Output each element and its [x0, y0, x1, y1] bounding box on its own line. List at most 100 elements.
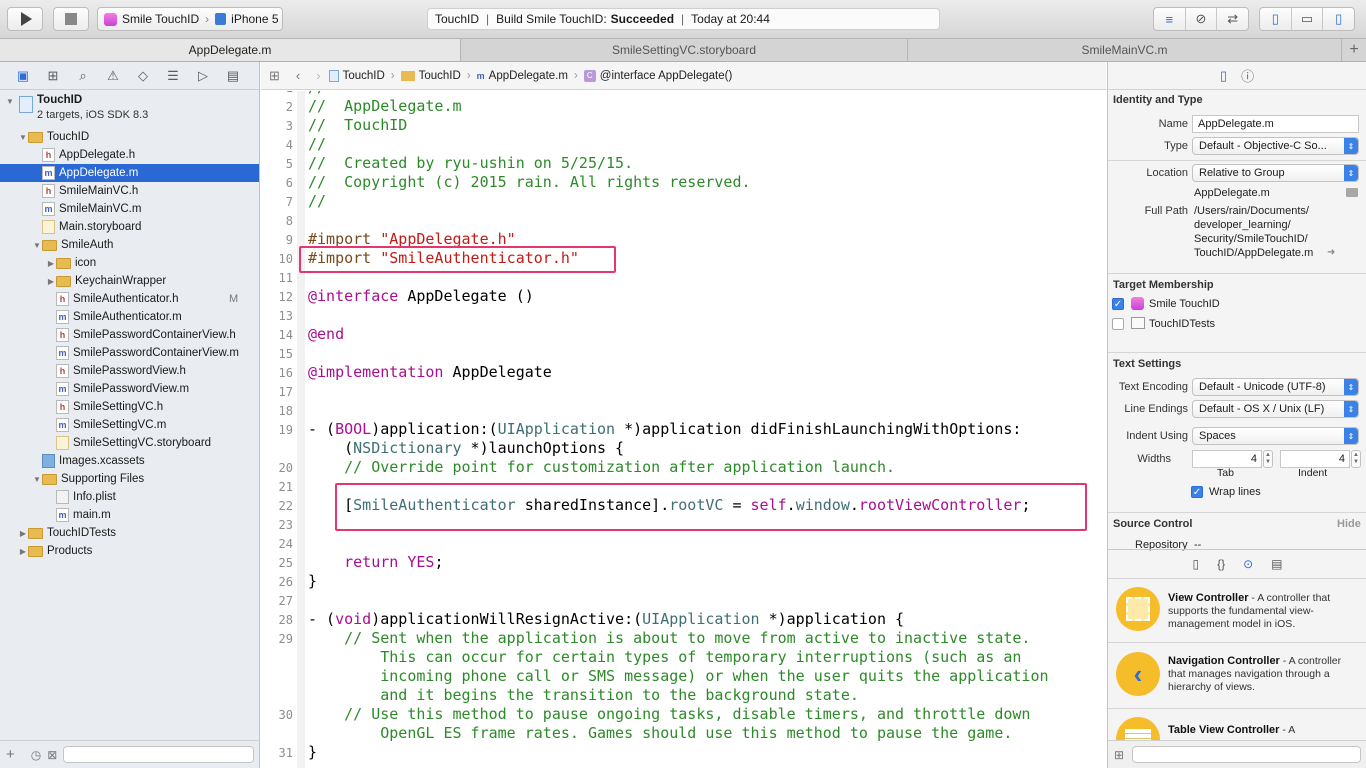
code-line[interactable]: - (BOOL)application:(UIApplication *)app… [308, 420, 1049, 439]
code-line[interactable]: OpenGL ES frame rates. Games should use … [308, 724, 1049, 743]
wrap-lines-checkbox[interactable]: ✓ [1191, 486, 1203, 498]
code-line[interactable]: // Sent when the application is about to… [308, 629, 1049, 648]
debug-toggle-icon[interactable]: ▭ [1290, 8, 1323, 30]
indent-popup[interactable]: Spaces ⇕ [1192, 427, 1359, 445]
indent-width-field[interactable]: 4 [1280, 450, 1350, 468]
navigator-file-row[interactable]: m SmilePasswordContainerView.m [0, 344, 259, 362]
code-line[interactable] [308, 306, 1049, 325]
project-row[interactable]: ▼ TouchID 2 targets, iOS SDK 8.3 [0, 92, 259, 128]
navigator-file-row[interactable]: SmileSettingVC.storyboard [0, 434, 259, 452]
code-line[interactable] [308, 344, 1049, 363]
code-line[interactable]: } [308, 572, 1049, 591]
editor-mode-control[interactable]: ≡ ⊘ ⇄ [1153, 7, 1249, 31]
assistant-editor-icon[interactable]: ⊘ [1184, 8, 1217, 30]
code-line[interactable]: // Copyright (c) 2015 rain. All rights r… [308, 173, 1049, 192]
code-line[interactable]: This can occur for certain types of temp… [308, 648, 1049, 667]
help-icon[interactable]: ⓘ [1241, 66, 1254, 85]
library-filter-input[interactable] [1132, 746, 1361, 763]
navigator-group-row[interactable]: ▶ KeychainWrapper [0, 272, 259, 290]
navigator-file-row[interactable]: m AppDelegate.m [0, 164, 259, 182]
navigator-group-row[interactable]: ▼ Supporting Files [0, 470, 259, 488]
code-line[interactable]: // AppDelegate.m [308, 97, 1049, 116]
code-line[interactable]: incoming phone call or SMS message) or w… [308, 667, 1048, 686]
stop-button[interactable] [53, 7, 89, 31]
code-line[interactable]: and it begins the transition to the back… [308, 686, 1049, 705]
library-item-navigation-controller[interactable]: ‹ Navigation Controller - A controller t… [1108, 642, 1366, 708]
code-line[interactable]: } [308, 743, 1049, 762]
tab-width-stepper[interactable]: ▲ ▼ [1263, 450, 1273, 468]
endings-popup[interactable]: Default - OS X / Unix (LF) ⇕ [1192, 400, 1359, 418]
disclosure-open-icon[interactable]: ▼ [32, 241, 42, 250]
code-line[interactable]: // TouchID [308, 116, 1049, 135]
navigator-file-row[interactable]: h SmileAuthenticator.h M [0, 290, 259, 308]
report-icon[interactable]: ▤ [218, 68, 248, 84]
code-line[interactable] [308, 401, 1049, 420]
debug-icon[interactable]: ☰ [158, 68, 188, 84]
navigator-file-row[interactable]: m SmilePasswordView.m [0, 380, 259, 398]
target-checkbox[interactable]: ✓ [1112, 298, 1124, 310]
code-line[interactable]: return YES; [308, 553, 1049, 572]
code-line[interactable]: // Use this method to pause ongoing task… [308, 705, 1049, 724]
navigator-file-row[interactable]: Images.xcassets [0, 452, 259, 470]
code-line[interactable] [308, 534, 1049, 553]
object-library-icon[interactable]: ⊙ [1243, 557, 1253, 571]
folder-icon[interactable] [1346, 188, 1358, 197]
symbol-icon[interactable]: ⊞ [38, 68, 68, 84]
type-popup[interactable]: Default - Objective-C So... ⇕ [1192, 137, 1359, 155]
run-button[interactable] [7, 7, 43, 31]
utilities-toggle-icon[interactable]: ▯ [1322, 8, 1354, 30]
navigator-group-row[interactable]: ▼ TouchID [0, 128, 259, 146]
code-line[interactable]: - (void)applicationWillResignActive:(UIA… [308, 610, 1049, 629]
navigator-file-row[interactable]: h SmilePasswordContainerView.h [0, 326, 259, 344]
breakpoint-icon[interactable]: ▷ [188, 68, 218, 84]
navigator-group-row[interactable]: ▶ Products [0, 542, 259, 560]
navigator-toggle-icon[interactable]: ▯ [1260, 8, 1291, 30]
forward-icon[interactable]: › [316, 68, 320, 83]
standard-editor-icon[interactable]: ≡ [1154, 8, 1185, 30]
media-library-icon[interactable]: ▤ [1271, 557, 1282, 571]
code-line[interactable]: // Override point for customization afte… [308, 458, 1049, 477]
scheme-selector[interactable]: Smile TouchID › iPhone 5 [97, 7, 283, 31]
code-folding-ribbon[interactable] [297, 91, 305, 768]
crumb-project[interactable]: TouchID [328, 69, 385, 82]
location-popup[interactable]: Relative to Group ⇕ [1192, 164, 1359, 182]
back-icon[interactable]: ‹ [296, 68, 300, 83]
code-line[interactable]: // Created by ryu-ushin on 5/25/15. [308, 154, 1049, 173]
navigator-file-row[interactable]: m SmileAuthenticator.m [0, 308, 259, 326]
code-line[interactable] [308, 591, 1049, 610]
indent-width-stepper[interactable]: ▲ ▼ [1351, 450, 1361, 468]
code-snippet-icon[interactable]: {} [1217, 557, 1225, 571]
crumb-symbol[interactable]: C @interface AppDelegate() [583, 69, 732, 82]
warning-icon[interactable]: ⚠ [98, 68, 128, 84]
code-line[interactable]: @implementation AppDelegate [308, 363, 1049, 382]
code-line[interactable]: @end [308, 325, 1049, 344]
disclosure-closed-icon[interactable]: ▶ [46, 277, 56, 286]
folder-icon[interactable]: ▣ [8, 68, 38, 84]
navigator-group-row[interactable]: ▶ TouchIDTests [0, 524, 259, 542]
tab-settings-storyboard[interactable]: SmileSettingVC.storyboard [461, 39, 908, 61]
view-toggle-control[interactable]: ▯ ▭ ▯ [1259, 7, 1355, 31]
tab-mainvc[interactable]: SmileMainVC.m [908, 39, 1342, 61]
code-line[interactable]: @interface AppDelegate () [308, 287, 1049, 306]
crumb-file[interactable]: m AppDelegate.m [477, 70, 568, 82]
navigator-file-row[interactable]: h SmileMainVC.h [0, 182, 259, 200]
disclosure-closed-icon[interactable]: ▶ [18, 529, 28, 538]
navigator-file-row[interactable]: h AppDelegate.h [0, 146, 259, 164]
reveal-arrow-icon[interactable]: ➜ [1327, 247, 1335, 258]
file-template-icon[interactable]: ▯ [1192, 557, 1199, 571]
navigator-file-row[interactable]: Main.storyboard [0, 218, 259, 236]
code-line[interactable]: // [308, 135, 1049, 154]
navigator-group-row[interactable]: ▶ icon [0, 254, 259, 272]
disclosure-open-icon[interactable]: ▼ [18, 133, 28, 142]
code-line[interactable]: (NSDictionary *)launchOptions { [308, 439, 1049, 458]
target-checkbox[interactable] [1112, 318, 1124, 330]
navigator-file-row[interactable]: m SmileMainVC.m [0, 200, 259, 218]
disclosure-closed-icon[interactable]: ▶ [46, 259, 56, 268]
crumb-group[interactable]: TouchID [400, 70, 461, 82]
navigator-file-row[interactable]: m SmileSettingVC.m [0, 416, 259, 434]
encoding-popup[interactable]: Default - Unicode (UTF-8) ⇕ [1192, 378, 1359, 396]
disclosure-open-icon[interactable]: ▼ [6, 97, 14, 106]
version-editor-icon[interactable]: ⇄ [1216, 8, 1248, 30]
navigator-filter-input[interactable] [63, 746, 254, 763]
library-item-table-view-controller[interactable]: Table View Controller - A [1108, 708, 1366, 742]
